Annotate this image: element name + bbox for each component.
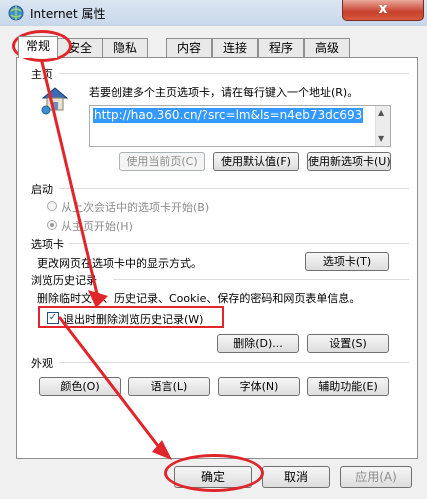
scroll-up-icon[interactable]: ▲	[378, 108, 384, 117]
startup-heading: 启动	[31, 183, 53, 196]
apply-button[interactable]: 应用(A)	[340, 466, 412, 488]
cancel-button[interactable]: 取消	[262, 466, 330, 488]
languages-button[interactable]: 语言(L)	[128, 377, 210, 396]
homepage-url-text: http://hao.360.cn/?src=lm&ls=n4eb73dc693	[93, 108, 364, 123]
use-default-button[interactable]: 使用默认值(F)	[213, 152, 299, 171]
radio-homepage-label: 从主页开始(H)	[61, 220, 133, 233]
homepage-heading: 主页	[31, 68, 53, 81]
radio-last-session[interactable]	[47, 201, 57, 211]
homepage-instruction: 若要创建多个主页选项卡，请在每行键入一个地址(R)。	[89, 86, 359, 99]
tab-privacy[interactable]: 隐私	[102, 38, 148, 57]
tabs-section-heading: 选项卡	[31, 238, 64, 251]
radio-homepage[interactable]	[47, 220, 57, 230]
delete-history-button[interactable]: 删除(D)...	[217, 334, 299, 353]
tab-connections[interactable]: 连接	[212, 38, 258, 57]
tabs-section-description: 更改网页在选项卡中的显示方式。	[37, 257, 202, 270]
history-description: 删除临时文件、历史记录、Cookie、保存的密码和网页表单信息。	[37, 292, 361, 305]
history-settings-button[interactable]: 设置(S)	[307, 334, 389, 353]
general-panel: 主页 若要创建多个主页选项卡，请在每行键入一个地址(R)。 http://hao…	[16, 57, 418, 459]
use-current-button[interactable]: 使用当前页(C)	[119, 152, 205, 171]
scroll-down-icon[interactable]: ▼	[378, 134, 384, 143]
tab-programs[interactable]: 程序	[258, 38, 304, 57]
colors-button[interactable]: 颜色(O)	[39, 377, 121, 396]
tab-advanced[interactable]: 高级	[304, 38, 350, 57]
annotation-circle-ok	[164, 454, 264, 492]
annotation-box-checkbox	[38, 306, 224, 328]
house-icon	[41, 87, 69, 115]
tab-general[interactable]: 常规	[18, 36, 58, 58]
title-bar: Internet 属性 x	[0, 0, 427, 26]
tabs-settings-button[interactable]: 选项卡(T)	[305, 252, 389, 271]
url-scrollbar[interactable]: ▲ ▼	[375, 106, 390, 146]
use-new-tab-button[interactable]: 使用新选项卡(U)	[307, 152, 391, 171]
accessibility-button[interactable]: 辅助功能(E)	[307, 377, 389, 396]
homepage-url-input[interactable]: http://hao.360.cn/?src=lm&ls=n4eb73dc693…	[89, 105, 391, 147]
appearance-heading: 外观	[31, 357, 53, 370]
internet-globe-icon	[8, 5, 24, 21]
fonts-button[interactable]: 字体(N)	[218, 377, 300, 396]
internet-options-dialog: Internet 属性 x 常规 安全 隐私 内容 连接 程序 高级 主页 若要…	[0, 0, 427, 499]
window-title: Internet 属性	[30, 7, 106, 21]
history-heading: 浏览历史记录	[31, 274, 97, 287]
tab-content[interactable]: 内容	[166, 38, 212, 57]
radio-last-session-label: 从上次会话中的选项卡开始(B)	[61, 201, 210, 214]
close-button[interactable]: x	[342, 0, 424, 21]
